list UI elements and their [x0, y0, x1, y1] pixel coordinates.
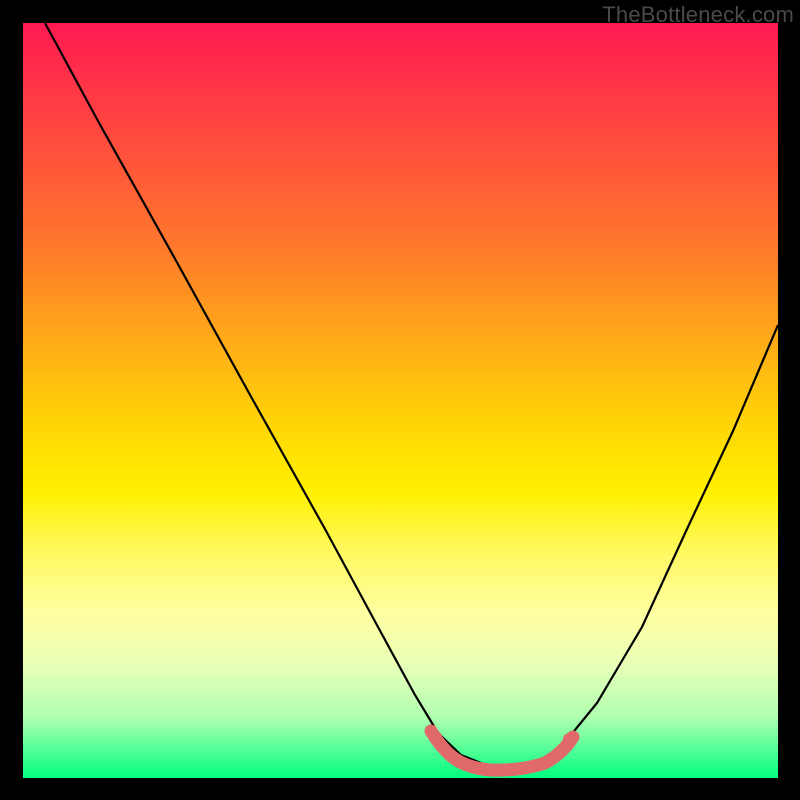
- bottleneck-curve: [23, 23, 778, 778]
- optimal-band-highlight: [431, 731, 573, 770]
- curve-path: [45, 23, 778, 767]
- watermark-text: TheBottleneck.com: [602, 2, 794, 28]
- chart-plot-area: [23, 23, 778, 778]
- highlight-dot-left: [430, 731, 442, 743]
- highlight-dot-right: [563, 733, 575, 745]
